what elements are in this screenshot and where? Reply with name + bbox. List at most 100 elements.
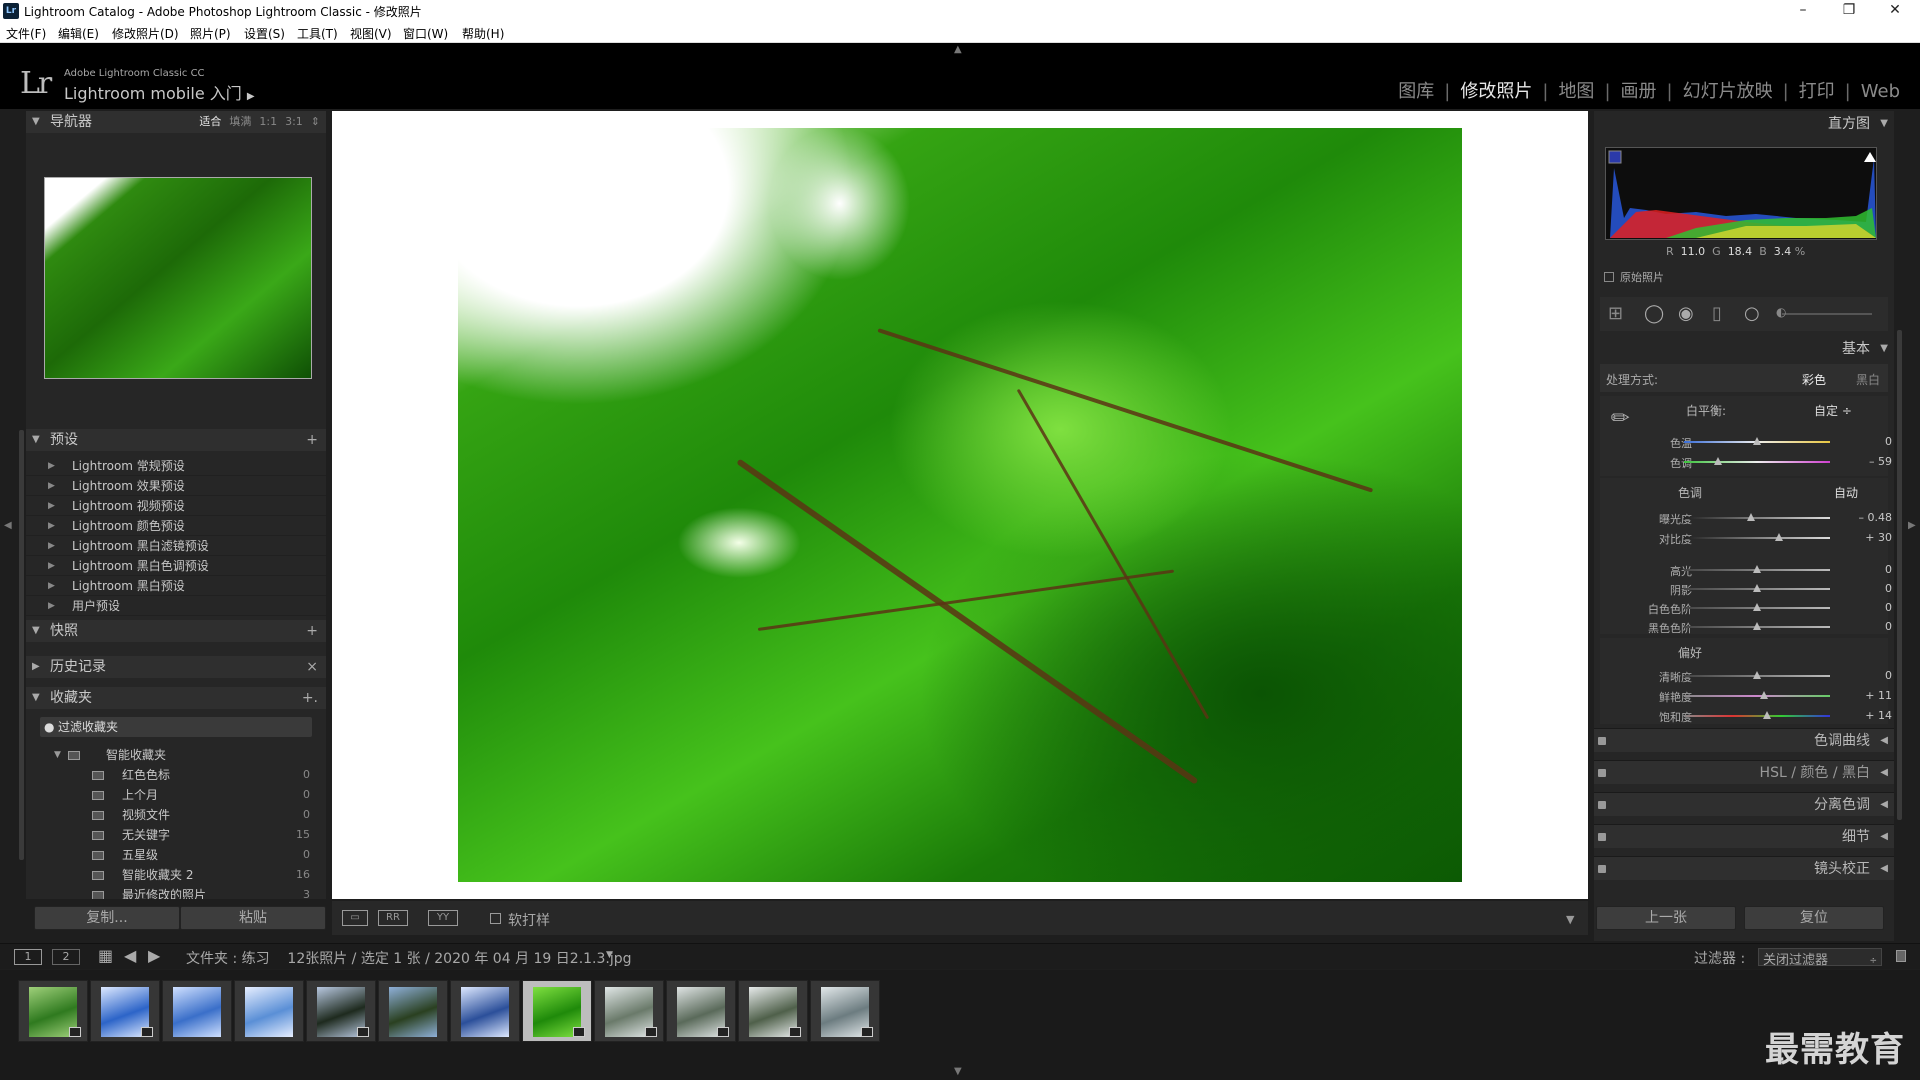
previous-settings-button[interactable]: 上一张	[1596, 906, 1736, 930]
top-panel-toggle-icon[interactable]: ▲	[954, 44, 962, 55]
collection-item[interactable]: 上个月 0	[26, 785, 326, 805]
slider-value[interactable]: – 0.48	[1842, 511, 1893, 524]
minimize-icon[interactable]: –	[1780, 0, 1826, 22]
hsl-panel-header[interactable]: HSL / 颜色 / 黑白 ◀	[1594, 760, 1894, 784]
filmstrip-thumbnail[interactable]	[522, 980, 592, 1042]
panel-toggle-switch[interactable]	[1598, 865, 1606, 873]
preset-folder[interactable]: ▶ Lightroom 黑白滤镜预设	[26, 536, 326, 556]
module-library[interactable]: 图库	[1388, 81, 1444, 102]
primary-window-button[interactable]: 1	[14, 949, 42, 965]
panel-toggle-switch[interactable]	[1598, 833, 1606, 841]
restore-icon[interactable]: ❐	[1826, 0, 1872, 22]
filmstrip-thumbnail[interactable]	[18, 980, 88, 1042]
module-slideshow[interactable]: 幻灯片放映	[1673, 81, 1783, 102]
menu-tools[interactable]: 工具(T)	[297, 25, 338, 42]
slider-track[interactable]	[1684, 517, 1830, 519]
preset-folder[interactable]: ▶ Lightroom 常规预设	[26, 456, 326, 476]
filmstrip-thumbnail[interactable]	[810, 980, 880, 1042]
spot-removal-icon[interactable]: ◯	[1644, 303, 1664, 324]
filter-select[interactable]: 关闭过滤器 ÷	[1758, 948, 1882, 968]
slider-knob[interactable]	[1753, 671, 1761, 679]
slider-row[interactable]: 阴影 0	[1600, 581, 1900, 597]
slider-row[interactable]: 色调 – 59	[1600, 454, 1900, 470]
menu-settings[interactable]: 设置(S)	[244, 25, 285, 42]
collection-item[interactable]: 五星级 0	[26, 845, 326, 865]
slider-knob[interactable]	[1753, 622, 1761, 630]
collection-item[interactable]: 智能收藏夹 2 16	[26, 865, 326, 885]
left-panel-scrollbar[interactable]	[19, 430, 24, 860]
snapshots-header[interactable]: ▼ 快照 +	[26, 620, 326, 642]
zoom-3-1[interactable]: 3:1	[285, 115, 303, 128]
auto-tone-button[interactable]: 自动	[1834, 484, 1858, 501]
filmstrip-thumbnail[interactable]	[738, 980, 808, 1042]
slider-value[interactable]: + 14	[1842, 709, 1892, 722]
grid-view-icon[interactable]: ▦	[98, 946, 113, 965]
slider-track[interactable]	[1684, 715, 1830, 717]
tone-curve-panel-header[interactable]: 色调曲线 ◀	[1594, 728, 1894, 752]
slider-knob[interactable]	[1774, 533, 1783, 541]
preset-folder[interactable]: ▶ Lightroom 效果预设	[26, 476, 326, 496]
slider-knob[interactable]	[1713, 457, 1722, 465]
module-map[interactable]: 地图	[1548, 81, 1604, 102]
presets-header[interactable]: ▼ 预设 +	[26, 429, 326, 451]
zoom-1-1[interactable]: 1:1	[259, 115, 277, 128]
slider-row[interactable]: 高光 0	[1600, 562, 1900, 578]
detail-panel-header[interactable]: 细节 ◀	[1594, 824, 1894, 848]
loupe-view-icon[interactable]: ▭	[342, 910, 368, 926]
collection-item[interactable]: 红色色标 0	[26, 765, 326, 785]
menu-view[interactable]: 视图(V)	[350, 25, 392, 42]
source-dropdown-icon[interactable]: ▼	[606, 950, 613, 960]
original-photo-checkbox[interactable]	[1604, 272, 1614, 282]
brush-slider-track[interactable]	[1782, 313, 1872, 315]
lightroom-mobile-link[interactable]: Lightroom mobile 入门 ▶	[64, 80, 255, 104]
collection-item[interactable]: 最近修改的照片 3	[26, 885, 326, 899]
right-panel-toggle-icon[interactable]: ▶	[1908, 520, 1916, 531]
filmstrip-thumbnail[interactable]	[90, 980, 160, 1042]
zoom-fit[interactable]: 适合	[199, 115, 221, 128]
collections-header[interactable]: ▼ 收藏夹 +.	[26, 687, 326, 709]
histogram-header[interactable]: 直方图 ▼	[1594, 113, 1894, 135]
slider-knob[interactable]	[1753, 437, 1761, 445]
treatment-bw-option[interactable]: 黑白	[1856, 371, 1880, 388]
filmstrip-thumbnail[interactable]	[378, 980, 448, 1042]
crop-tool-icon[interactable]: ⊞	[1608, 303, 1623, 324]
menu-window[interactable]: 窗口(W)	[403, 25, 448, 42]
slider-knob[interactable]	[1760, 691, 1769, 699]
toolbar-options-icon[interactable]: ▼	[1566, 913, 1574, 926]
filmstrip-thumbnail[interactable]	[450, 980, 520, 1042]
preset-folder[interactable]: ▶ Lightroom 视频预设	[26, 496, 326, 516]
close-icon[interactable]: ✕	[1872, 0, 1918, 22]
soft-proof-checkbox[interactable]	[490, 913, 501, 924]
eyedropper-icon[interactable]: ✎	[1606, 403, 1637, 434]
slider-track[interactable]	[1684, 537, 1830, 539]
add-preset-icon[interactable]: +	[306, 429, 318, 451]
white-balance-select[interactable]: 自定 ÷	[1814, 402, 1852, 419]
menu-help[interactable]: 帮助(H)	[462, 25, 504, 42]
basic-header[interactable]: 基本 ▼	[1594, 338, 1894, 360]
panel-toggle-switch[interactable]	[1598, 737, 1606, 745]
collection-item[interactable]: 视频文件 0	[26, 805, 326, 825]
slider-knob[interactable]	[1753, 584, 1761, 592]
module-book[interactable]: 画册	[1611, 81, 1667, 102]
filmstrip-source-info[interactable]: 文件夹 : 练习 12张照片 / 选定 1 张 / 2020 年 04 月 19…	[186, 948, 632, 968]
forward-arrow-icon[interactable]: ▶	[148, 946, 160, 965]
preset-folder[interactable]: ▶ 用户预设	[26, 596, 326, 616]
slider-value[interactable]: – 59	[1842, 455, 1892, 468]
left-panel-toggle-icon[interactable]: ◀	[4, 520, 12, 531]
filmstrip-thumbnail[interactable]	[162, 980, 232, 1042]
lens-correction-panel-header[interactable]: 镜头校正 ◀	[1594, 856, 1894, 880]
slider-value[interactable]: 0	[1842, 669, 1892, 682]
slider-value[interactable]: + 11	[1842, 689, 1892, 702]
slider-row[interactable]: 清晰度 0	[1600, 668, 1900, 684]
reset-button[interactable]: 复位	[1744, 906, 1884, 930]
slider-knob[interactable]	[1747, 513, 1756, 521]
add-collection-icon[interactable]: +.	[302, 687, 318, 709]
slider-row[interactable]: 对比度 + 30	[1600, 530, 1900, 546]
slider-value[interactable]: 0	[1842, 582, 1892, 595]
filmstrip-thumbnail[interactable]	[666, 980, 736, 1042]
panel-toggle-switch[interactable]	[1598, 801, 1606, 809]
history-header[interactable]: ▶ 历史记录 ×	[26, 656, 326, 678]
before-after-lr-icon[interactable]: RR	[378, 910, 408, 926]
slider-row[interactable]: 黑色色阶 0	[1600, 619, 1900, 635]
menu-edit[interactable]: 编辑(E)	[58, 25, 99, 42]
